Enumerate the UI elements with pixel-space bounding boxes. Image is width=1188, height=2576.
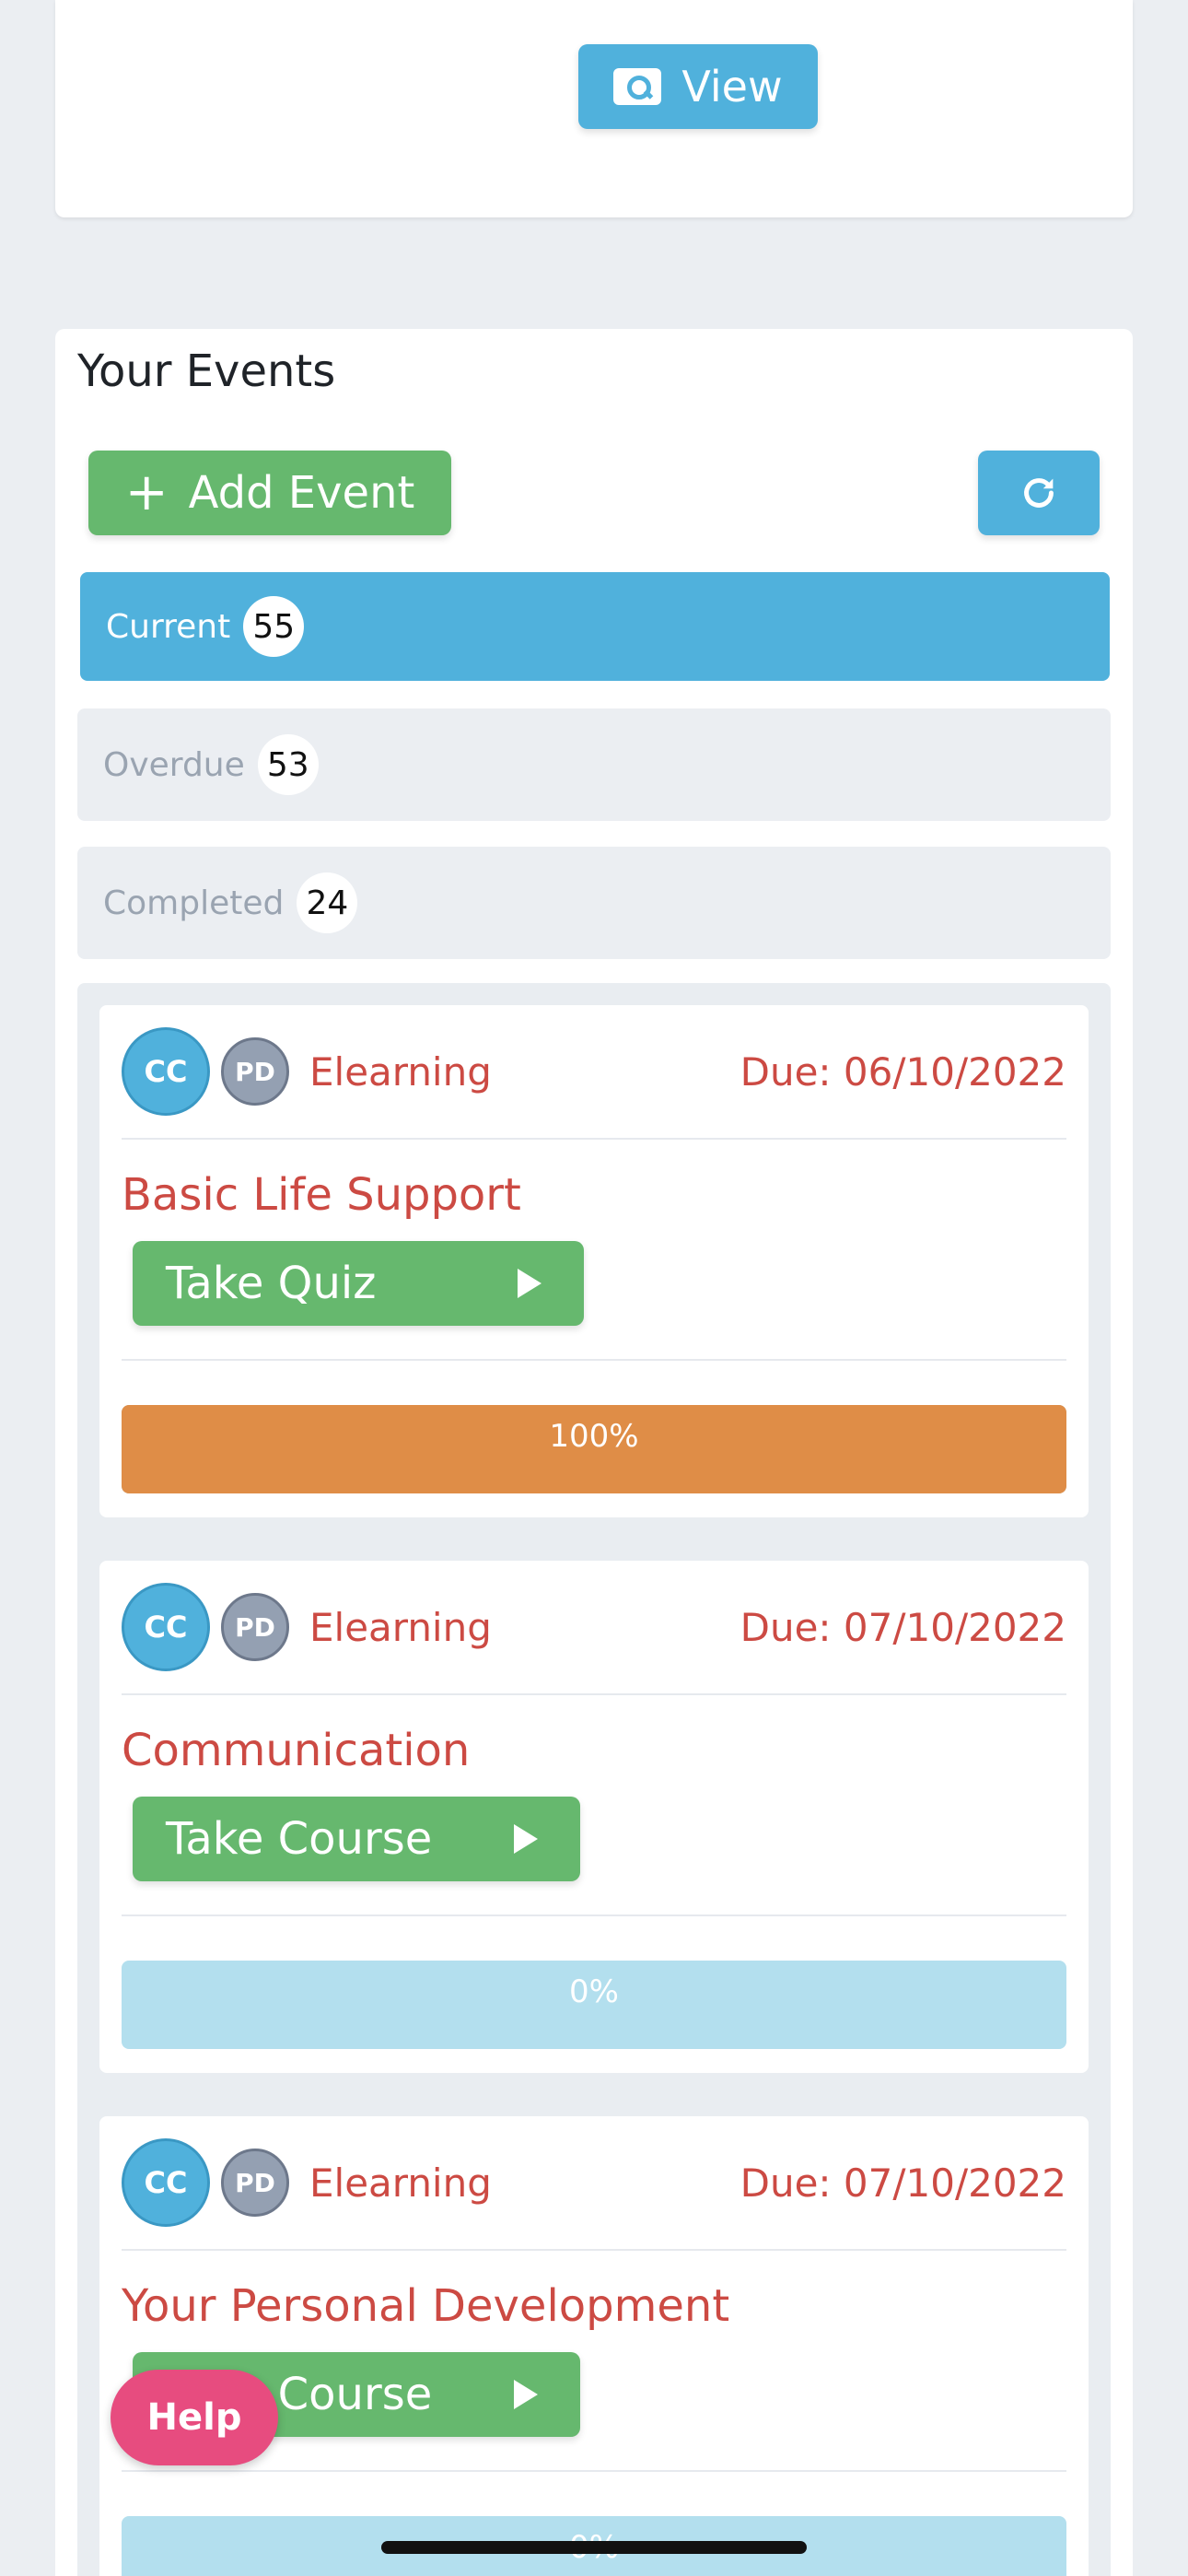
top-card: View [55, 0, 1133, 217]
action-label: Take Course [166, 1813, 433, 1865]
divider [122, 1138, 1066, 1140]
add-event-label: Add Event [188, 467, 415, 519]
tab-overdue-count: 53 [257, 734, 319, 795]
events-panel: Your Events + Add Event Current 55 Overd… [55, 329, 1133, 2576]
progress-text: 0% [569, 1973, 619, 2010]
events-title: Your Events [77, 345, 336, 397]
home-indicator [381, 2541, 807, 2554]
event-type: Elearning [309, 1604, 492, 1650]
avatar: CC [122, 1583, 210, 1671]
divider [122, 1914, 1066, 1916]
avatar: PD [221, 1037, 289, 1106]
event-title: Communication [122, 1725, 471, 1776]
event-title: Your Personal Development [122, 2280, 730, 2332]
play-icon [518, 1269, 542, 1298]
avatar: CC [122, 2138, 210, 2227]
avatar: PD [221, 1593, 289, 1661]
event-card: CC PD Elearning Due: 06/10/2022 Basic Li… [99, 1005, 1089, 1517]
progress-bar: 100% [122, 1405, 1066, 1493]
event-card: CC PD Elearning Due: 07/10/2022 Your Per… [99, 2116, 1089, 2576]
divider [122, 1693, 1066, 1695]
refresh-button[interactable] [978, 451, 1100, 535]
avatar: CC [122, 1027, 210, 1116]
event-type: Elearning [309, 2160, 492, 2206]
event-title: Basic Life Support [122, 1169, 521, 1221]
tab-current-count: 55 [243, 596, 305, 657]
action-label: Take Quiz [166, 1258, 377, 1309]
divider [122, 2249, 1066, 2251]
play-icon [514, 2380, 538, 2409]
tab-completed-count: 24 [297, 872, 358, 933]
search-icon [613, 68, 662, 105]
tab-completed-label: Completed [103, 884, 285, 922]
tab-completed[interactable]: Completed 24 [77, 847, 1111, 959]
tab-overdue[interactable]: Overdue 53 [77, 708, 1111, 821]
event-header: CC PD Elearning Due: 06/10/2022 [122, 1027, 1066, 1116]
event-card: CC PD Elearning Due: 07/10/2022 Communic… [99, 1561, 1089, 2073]
due-date: Due: 07/10/2022 [740, 1604, 1066, 1650]
divider [122, 2470, 1066, 2472]
due-date: Due: 07/10/2022 [740, 2160, 1066, 2206]
tab-current-label: Current [106, 607, 231, 646]
divider [122, 1359, 1066, 1361]
view-button[interactable]: View [578, 44, 818, 129]
avatar: PD [221, 2149, 289, 2217]
event-type: Elearning [309, 1048, 492, 1095]
refresh-icon [1024, 478, 1054, 508]
tab-current[interactable]: Current 55 [80, 572, 1110, 681]
take-quiz-button[interactable]: Take Quiz [133, 1241, 584, 1326]
tab-overdue-label: Overdue [103, 745, 245, 784]
play-icon [514, 1824, 538, 1854]
help-button[interactable]: Help [111, 2370, 278, 2465]
due-date: Due: 06/10/2022 [740, 1048, 1066, 1095]
add-event-button[interactable]: + Add Event [88, 451, 451, 535]
event-list: CC PD Elearning Due: 06/10/2022 Basic Li… [77, 983, 1111, 2576]
progress-bar: 0% [122, 1961, 1066, 2049]
plus-icon: + [124, 463, 169, 522]
take-course-button[interactable]: Take Course [133, 1797, 580, 1881]
event-header: CC PD Elearning Due: 07/10/2022 [122, 1583, 1066, 1671]
view-label: View [681, 62, 783, 111]
event-header: CC PD Elearning Due: 07/10/2022 [122, 2138, 1066, 2227]
progress-text: 100% [549, 1418, 639, 1455]
